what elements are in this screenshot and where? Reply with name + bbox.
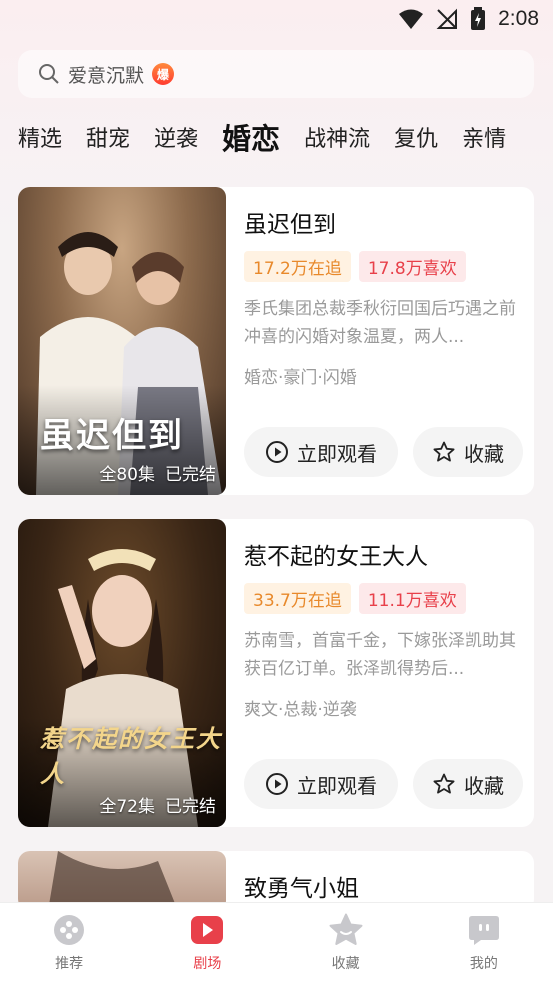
- tab-qinqing[interactable]: 亲情: [462, 121, 506, 153]
- play-icon: [266, 441, 288, 463]
- status-time: 2:08: [498, 7, 539, 30]
- tab-hunlian[interactable]: 婚恋: [222, 116, 280, 158]
- recommend-icon: [54, 915, 85, 945]
- star-icon: [329, 913, 363, 945]
- like-count-badge: 17.8万喜欢: [358, 251, 466, 282]
- nav-label: 我的: [469, 956, 498, 972]
- favorite-label: 收藏: [464, 773, 504, 798]
- nav-recommend[interactable]: 推荐: [0, 903, 138, 983]
- completion-status: 已完结: [165, 797, 216, 817]
- tab-tianchong[interactable]: 甜宠: [86, 121, 130, 153]
- poster-title: 虽迟但到: [40, 416, 184, 456]
- drama-title[interactable]: 致勇气小姐: [244, 869, 359, 903]
- drama-card[interactable]: 惹不起的女王大人 全72集 已完结 惹不起的女王大人 33.7万在追 11.1万喜…: [18, 519, 534, 827]
- battery-icon: [471, 7, 486, 30]
- stats-row: 33.7万在追 11.1万喜欢: [244, 583, 466, 614]
- nav-theater[interactable]: 剧场: [138, 903, 276, 983]
- no-signal-icon: [436, 8, 458, 29]
- watch-now-button[interactable]: 立即观看: [244, 759, 398, 809]
- favorite-button[interactable]: 收藏: [413, 759, 523, 809]
- tab-fuchou[interactable]: 复仇: [394, 121, 438, 153]
- nav-label: 剧场: [193, 956, 222, 972]
- tab-jingxuan[interactable]: 精选: [18, 121, 62, 153]
- category-tabs: 精选 甜宠 逆袭 婚恋 战神流 复仇 亲情: [0, 112, 553, 162]
- tab-zhanshenliu[interactable]: 战神流: [304, 121, 370, 153]
- poster-title: 惹不起的女王大人: [40, 724, 222, 788]
- stats-row: 17.2万在追 17.8万喜欢: [244, 251, 466, 282]
- search-bar[interactable]: 爱意沉默 爆: [18, 50, 534, 98]
- watch-now-button[interactable]: 立即观看: [244, 427, 398, 477]
- drama-tags: 爽文·总裁·逆袭: [244, 700, 357, 720]
- completion-status: 已完结: [165, 465, 216, 485]
- favorite-button[interactable]: 收藏: [413, 427, 523, 477]
- poster-info: 全72集 已完结: [99, 792, 216, 817]
- star-outline-icon: [433, 773, 455, 794]
- wifi-icon: [399, 9, 424, 29]
- follower-count-badge: 33.7万在追: [244, 583, 351, 614]
- follower-count-badge: 17.2万在追: [244, 251, 351, 282]
- favorite-label: 收藏: [464, 441, 504, 466]
- drama-card[interactable]: 虽迟但到 全80集 已完结 虽迟但到 17.2万在追 17.8万喜欢 季氏集团总裁…: [18, 187, 534, 495]
- search-keyword: 爱意沉默: [68, 64, 145, 87]
- poster-info: 全80集 已完结: [99, 460, 216, 485]
- drama-title[interactable]: 虽迟但到: [244, 205, 336, 239]
- play-icon: [266, 773, 288, 795]
- status-bar: 2:08: [0, 0, 553, 38]
- drama-poster[interactable]: 惹不起的女王大人 全72集 已完结: [18, 519, 226, 827]
- star-outline-icon: [433, 441, 455, 462]
- nav-favorites[interactable]: 收藏: [277, 903, 415, 983]
- nav-label: 收藏: [331, 956, 360, 972]
- drama-title[interactable]: 惹不起的女王大人: [244, 537, 428, 571]
- bottom-nav: 推荐 剧场 收藏 我的: [0, 902, 553, 983]
- profile-icon: [468, 916, 499, 945]
- watch-now-label: 立即观看: [297, 441, 377, 466]
- tab-nixi[interactable]: 逆袭: [154, 121, 198, 153]
- drama-tags: 婚恋·豪门·闪婚: [244, 368, 357, 388]
- drama-description: 苏南雪，首富千金，下嫁张泽凯助其获百亿订单。张泽凯得势后...: [244, 631, 516, 679]
- drama-description: 季氏集团总裁季秋衍回国后巧遇之前冲喜的闪婚对象温夏，两人...: [244, 299, 516, 347]
- nav-profile[interactable]: 我的: [415, 903, 553, 983]
- episode-count: 全72集: [99, 797, 155, 817]
- theater-icon: [191, 916, 224, 944]
- nav-label: 推荐: [55, 956, 84, 972]
- hot-badge-icon: 爆: [152, 63, 175, 85]
- like-count-badge: 11.1万喜欢: [358, 583, 466, 614]
- watch-now-label: 立即观看: [297, 773, 377, 798]
- search-icon: [39, 64, 59, 84]
- episode-count: 全80集: [99, 465, 155, 485]
- drama-poster[interactable]: 虽迟但到 全80集 已完结: [18, 187, 226, 495]
